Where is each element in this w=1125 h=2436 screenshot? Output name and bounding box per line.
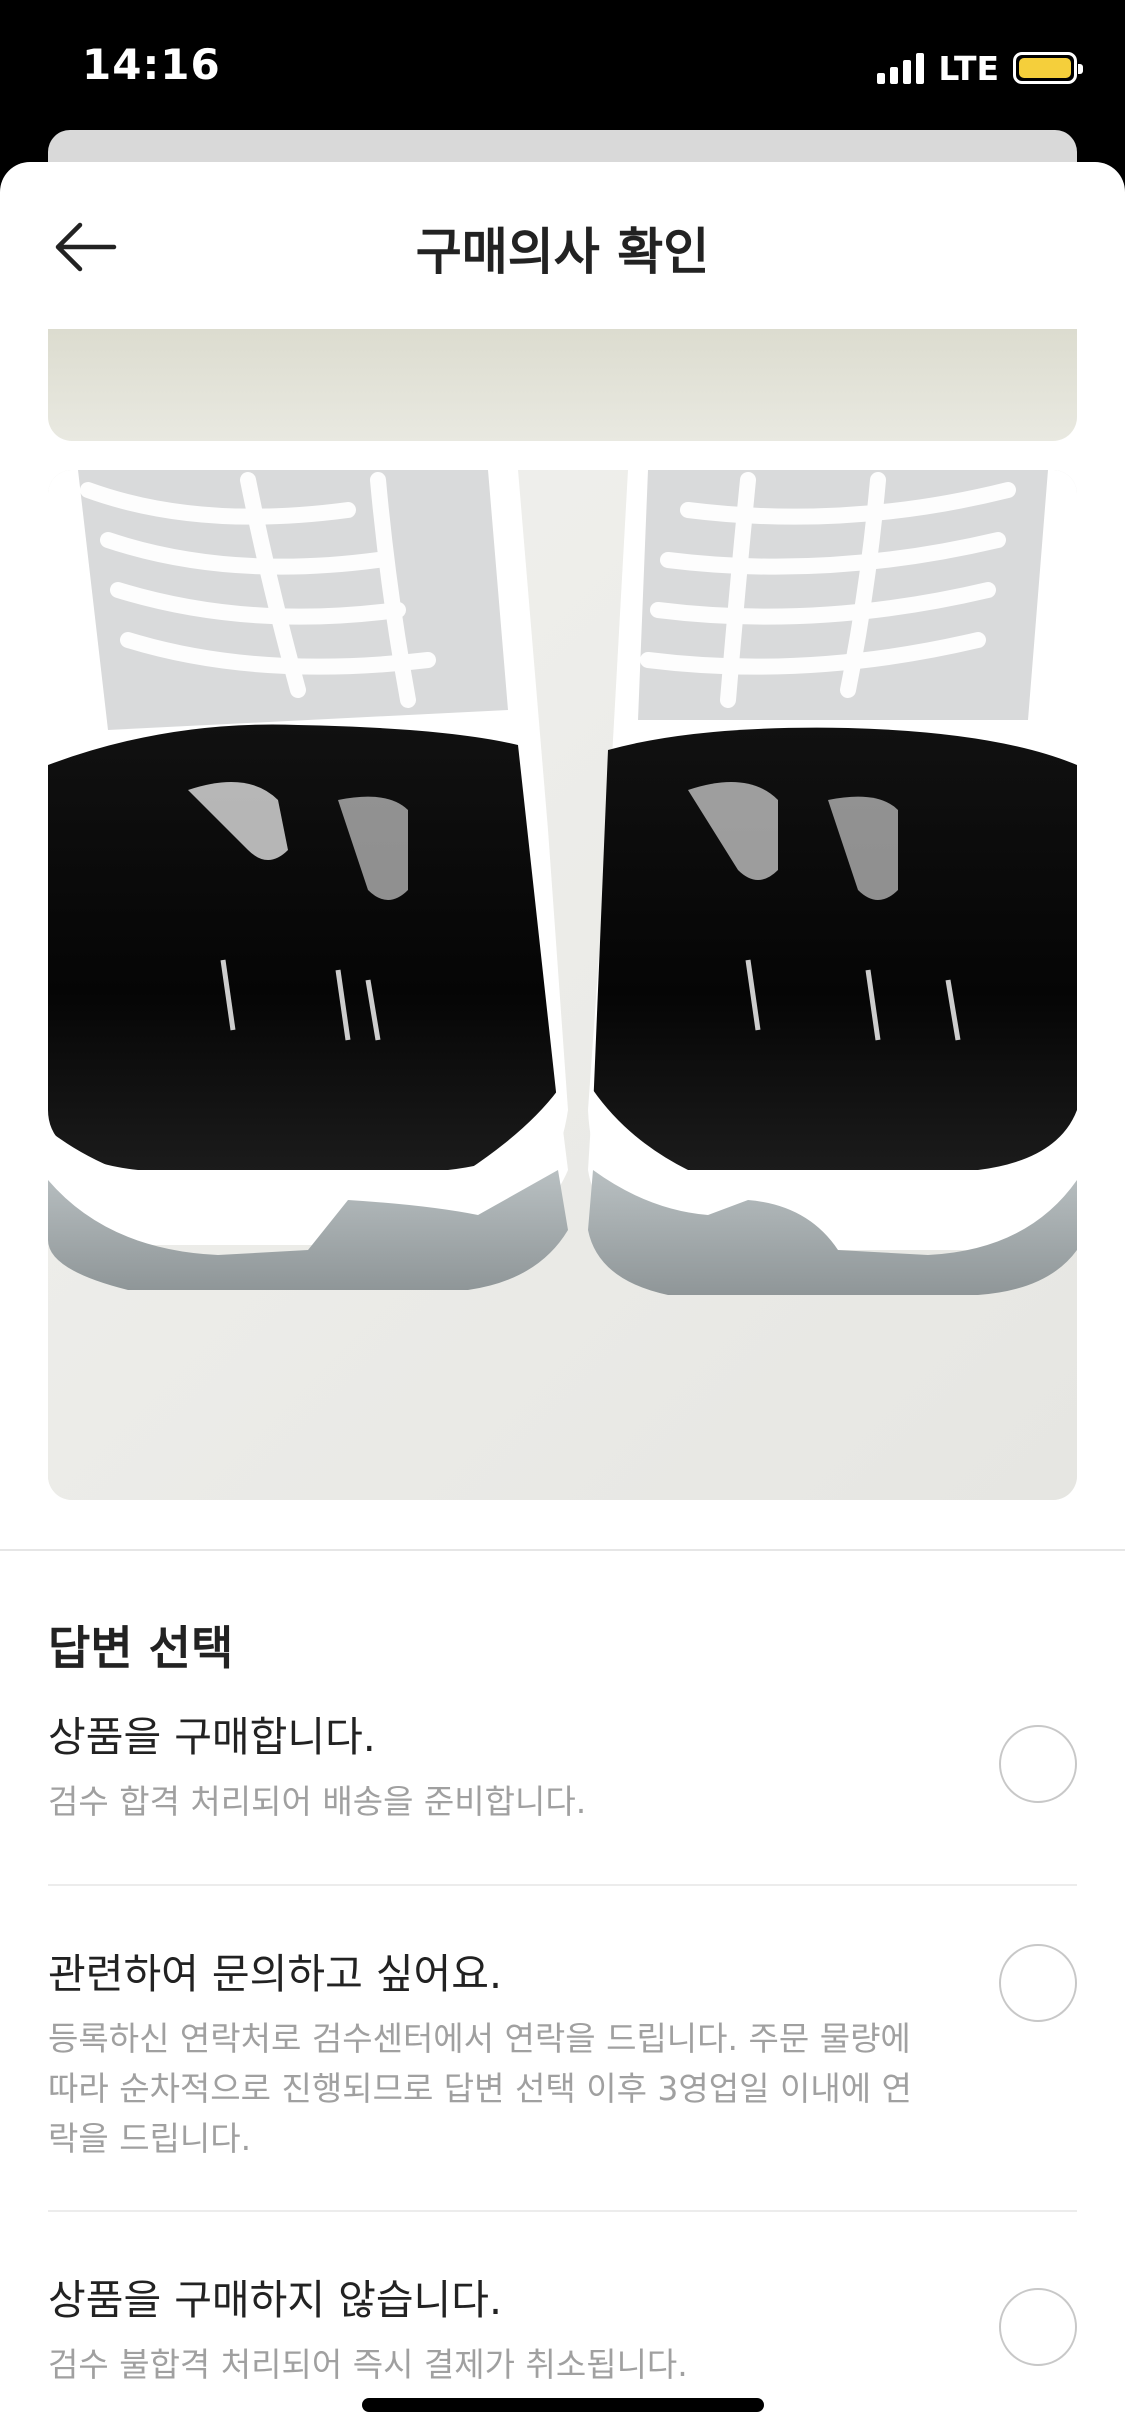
inspection-photo-previous <box>48 329 1077 441</box>
sneaker-photo-illustration <box>48 470 1077 1500</box>
purchase-confirm-sheet: 구매의사 확인 답변 선택 상품을 구매합니다. 검수 합격 처리되어 배송을 … <box>0 162 1125 2436</box>
answer-section-title: 답변 선택 <box>48 1621 234 1675</box>
home-indicator[interactable] <box>362 2398 764 2412</box>
option-divider <box>48 2210 1077 2212</box>
radio-button[interactable] <box>999 1944 1077 2022</box>
network-type: LTE <box>938 48 999 88</box>
option-title: 상품을 구매합니다. <box>48 1713 376 1761</box>
status-indicators: LTE <box>877 48 1083 88</box>
radio-button[interactable] <box>999 2288 1077 2366</box>
option-description: 등록하신 연락처로 검수센터에서 연락을 드립니다. 주문 물량에 따라 순차적… <box>48 2019 912 2158</box>
section-divider <box>0 1549 1125 1551</box>
inspection-photo[interactable] <box>48 470 1077 1500</box>
answer-option-purchase[interactable]: 상품을 구매합니다. 검수 합격 처리되어 배송을 준비합니다. <box>48 1707 1077 1827</box>
navigation-bar: 구매의사 확인 <box>0 162 1125 327</box>
status-time: 14:16 <box>82 40 221 89</box>
option-title: 관련하여 문의하고 싶어요. <box>48 1950 503 1998</box>
option-description: 검수 합격 처리되어 배송을 준비합니다. <box>48 1782 587 1821</box>
radio-button[interactable] <box>999 1725 1077 1803</box>
answer-option-decline[interactable]: 상품을 구매하지 않습니다. 검수 불합격 처리되어 즉시 결제가 취소됩니다. <box>48 2270 1077 2390</box>
page-title: 구매의사 확인 <box>415 223 710 281</box>
cellular-signal-icon <box>877 52 925 84</box>
status-bar: 14:16 LTE <box>0 0 1125 140</box>
option-title: 상품을 구매하지 않습니다. <box>48 2276 503 2324</box>
option-description: 검수 불합격 처리되어 즉시 결제가 취소됩니다. <box>48 2345 688 2384</box>
answer-option-inquiry[interactable]: 관련하여 문의하고 싶어요. 등록하신 연락처로 검수센터에서 연락을 드립니다… <box>48 1944 1077 2164</box>
option-divider <box>48 1884 1077 1886</box>
battery-icon <box>1013 52 1083 84</box>
